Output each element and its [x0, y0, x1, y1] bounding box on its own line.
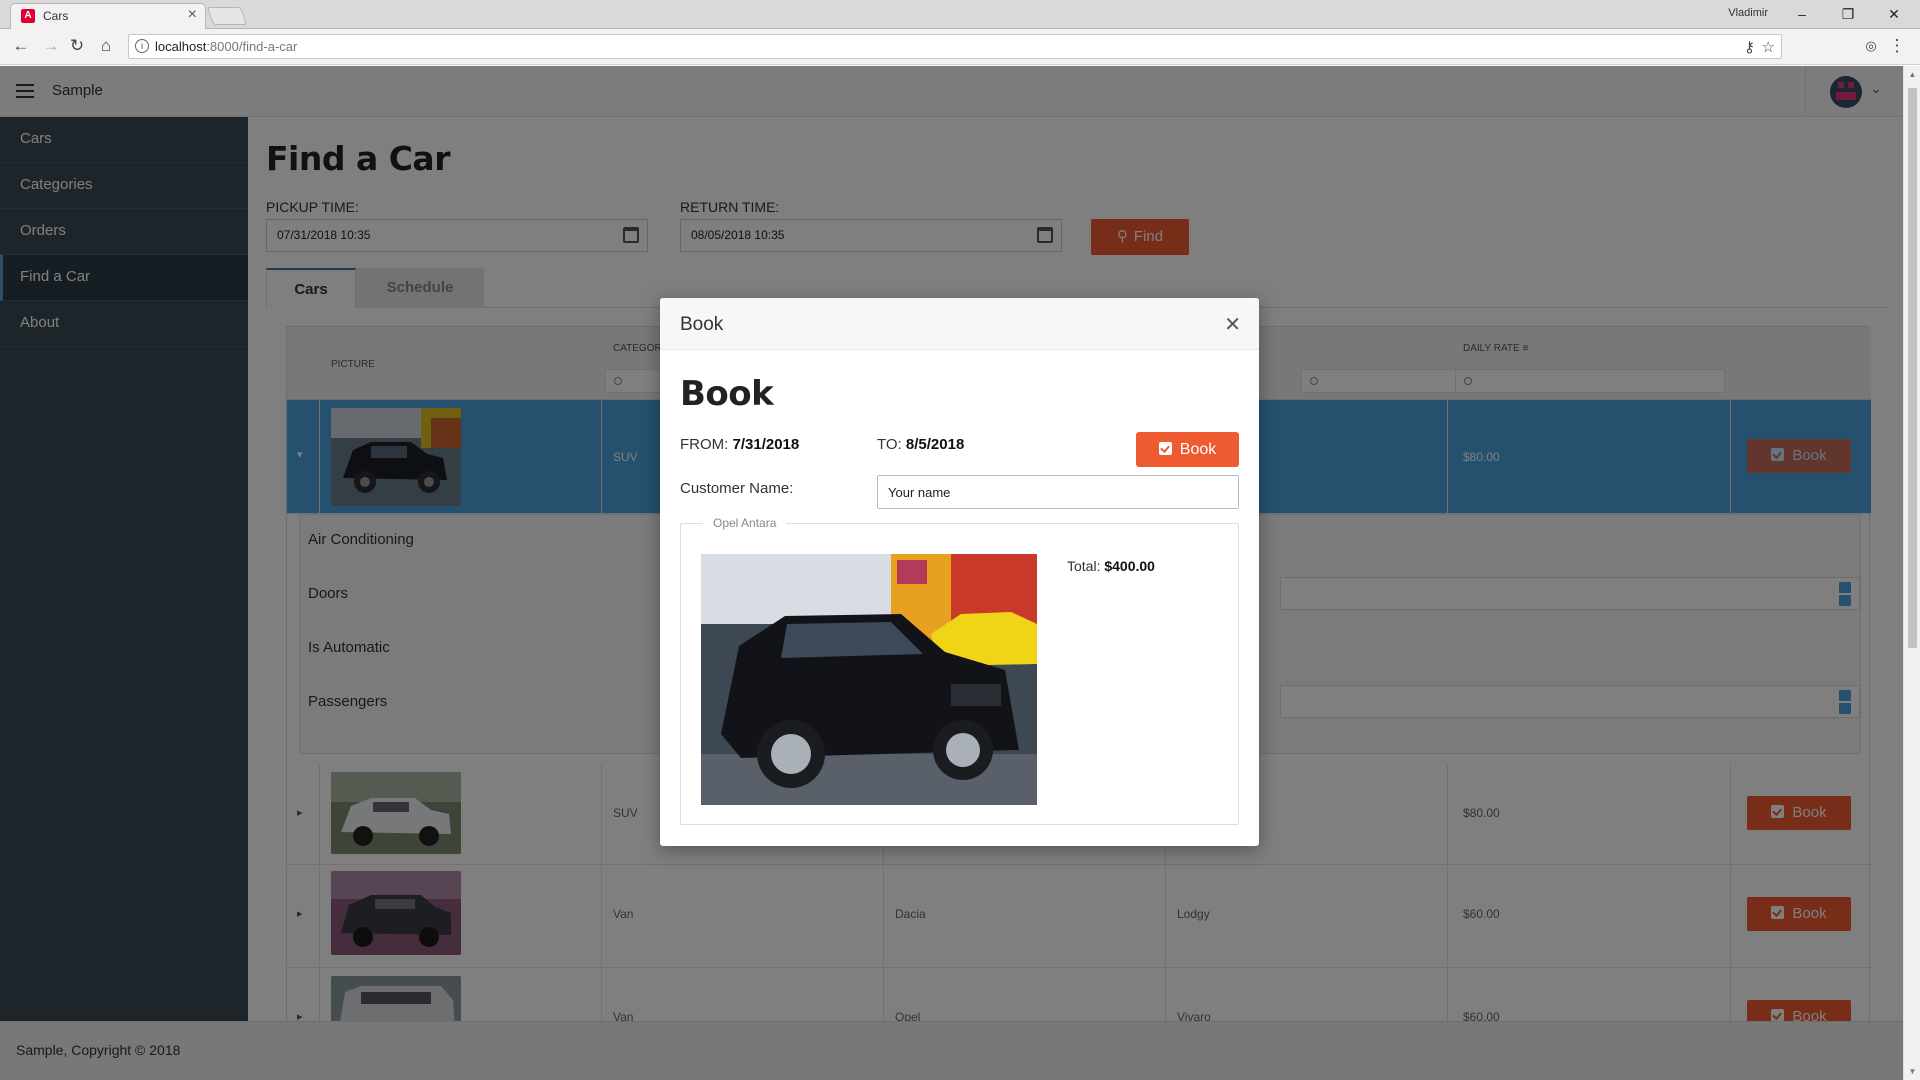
car-name: Opel Antara	[703, 516, 787, 530]
new-tab-button[interactable]	[206, 7, 248, 25]
back-icon[interactable]: ←	[10, 35, 32, 57]
browser-menu-icon[interactable]: ⋮	[1886, 35, 1908, 57]
key-icon[interactable]: ⚷	[1744, 38, 1755, 56]
total-price: Total: $400.00	[1067, 558, 1155, 574]
browser-tab[interactable]: A Cars ×	[10, 3, 206, 29]
calendar-check-icon	[1158, 442, 1172, 455]
info-icon[interactable]: i	[135, 39, 149, 53]
confirm-book-label: Book	[1179, 441, 1217, 458]
dialog-header: Book ✕	[660, 298, 1259, 350]
from-date: FROM: 7/31/2018	[680, 436, 800, 453]
forward-icon[interactable]: →	[40, 35, 62, 57]
scrollbar-thumb[interactable]	[1908, 88, 1917, 648]
browser-user-name: Vladimir	[1728, 7, 1768, 19]
confirm-book-button[interactable]: Book	[1136, 432, 1239, 467]
browser-tab-title: Cars	[43, 9, 69, 23]
extension-icon[interactable]: ◎	[1860, 35, 1882, 57]
url-text: localhost:8000/find-a-car	[155, 39, 298, 54]
book-dialog: Book ✕ Book FROM: 7/31/2018 TO: 8/5/2018…	[660, 298, 1259, 846]
car-photo	[701, 554, 1037, 805]
reload-icon[interactable]: ↻	[66, 35, 88, 57]
star-icon[interactable]: ☆	[1762, 38, 1775, 56]
restore-icon[interactable]: ❐	[1828, 2, 1868, 26]
car-summary-fieldset: Opel Antara Total: $400.00	[680, 516, 1239, 825]
browser-tab-strip: A Cars × Vladimir – ❐ ✕	[0, 0, 1920, 29]
dialog-heading: Book	[680, 374, 774, 414]
scroll-up-icon[interactable]: ▲	[1904, 70, 1920, 79]
customer-name-label: Customer Name:	[680, 480, 794, 497]
address-bar: ← → ↻ ⌂ i localhost:8000/find-a-car ⚷ ☆ …	[0, 29, 1920, 65]
to-date: TO: 8/5/2018	[877, 436, 965, 453]
minimize-icon[interactable]: –	[1782, 2, 1822, 26]
page-scrollbar[interactable]: ▲ ▼	[1903, 66, 1920, 1080]
window-close-icon[interactable]: ✕	[1874, 2, 1914, 26]
close-icon[interactable]: ✕	[1224, 312, 1241, 337]
dialog-title: Book	[680, 314, 724, 335]
url-input[interactable]: i localhost:8000/find-a-car ⚷ ☆	[128, 34, 1782, 59]
home-icon[interactable]: ⌂	[95, 35, 117, 57]
angular-icon: A	[21, 9, 35, 23]
close-tab-icon[interactable]: ×	[188, 6, 197, 24]
scroll-down-icon[interactable]: ▼	[1904, 1067, 1920, 1076]
customer-name-input[interactable]	[877, 475, 1239, 509]
